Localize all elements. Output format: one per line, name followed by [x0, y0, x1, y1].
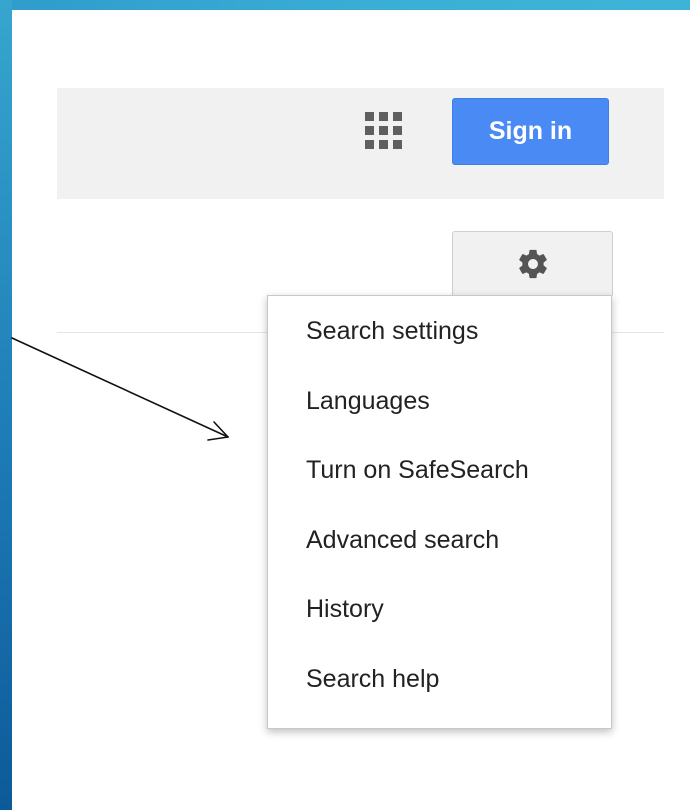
apps-grid-icon[interactable] [365, 112, 403, 150]
settings-gear-button[interactable] [452, 231, 613, 297]
sign-in-button[interactable]: Sign in [452, 98, 609, 165]
menu-item-advanced-search[interactable]: Advanced search [268, 513, 611, 567]
menu-item-search-settings[interactable]: Search settings [268, 304, 611, 358]
menu-item-languages[interactable]: Languages [268, 374, 611, 428]
menu-item-search-help[interactable]: Search help [268, 652, 611, 706]
slide-top-border [0, 0, 690, 10]
menu-item-safesearch[interactable]: Turn on SafeSearch [268, 443, 611, 497]
settings-dropdown-menu: Search settings Languages Turn on SafeSe… [267, 295, 612, 729]
gear-icon [518, 249, 547, 279]
slide-left-border [0, 0, 12, 810]
menu-item-history[interactable]: History [268, 582, 611, 636]
